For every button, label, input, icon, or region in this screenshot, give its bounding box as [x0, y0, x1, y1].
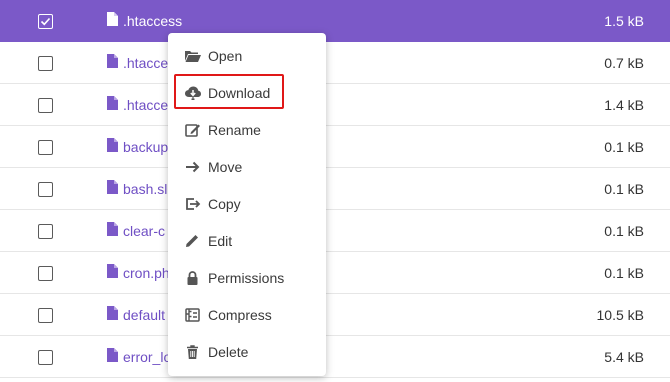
- file-size: 0.1 kB: [604, 265, 644, 281]
- table-row[interactable]: bash.sl 0.1 kB: [0, 168, 670, 210]
- menu-item-label: Permissions: [208, 270, 285, 286]
- file-icon: [107, 54, 118, 68]
- file-size: 0.1 kB: [604, 181, 644, 197]
- row-checkbox[interactable]: [38, 350, 53, 365]
- file-icon: [107, 348, 118, 362]
- menu-item-label: Move: [208, 159, 243, 175]
- file-name[interactable]: error_lo: [123, 349, 171, 365]
- file-icon: [107, 306, 118, 320]
- menu-item-label: Edit: [208, 233, 233, 249]
- row-checkbox[interactable]: [38, 224, 53, 239]
- row-checkbox[interactable]: [38, 98, 53, 113]
- folder-open-icon: [185, 51, 201, 62]
- menu-item-label: Compress: [208, 307, 272, 323]
- table-row[interactable]: cron.ph 0.1 kB: [0, 252, 670, 294]
- file-name[interactable]: clear-c: [123, 223, 165, 239]
- menu-item-label: Delete: [208, 344, 249, 360]
- file-size: 10.5 kB: [596, 307, 644, 323]
- file-icon: [107, 180, 118, 194]
- file-size: 0.1 kB: [604, 139, 644, 155]
- context-menu: Open Download Rename Move Copy Edit Perm…: [168, 33, 326, 376]
- row-checkbox[interactable]: [38, 182, 53, 197]
- menu-item-copy[interactable]: Copy: [168, 185, 326, 222]
- menu-item-compress[interactable]: Compress: [168, 296, 326, 333]
- file-size: 5.4 kB: [604, 349, 644, 365]
- menu-item-permissions[interactable]: Permissions: [168, 259, 326, 296]
- file-icon: [107, 12, 118, 26]
- cloud-download-icon: [185, 86, 201, 100]
- menu-item-label: Open: [208, 48, 243, 64]
- table-row[interactable]: backup 0.1 kB: [0, 126, 670, 168]
- menu-item-edit[interactable]: Edit: [168, 222, 326, 259]
- table-row[interactable]: clear-c 0.1 kB: [0, 210, 670, 252]
- file-size: 1.5 kB: [604, 13, 644, 29]
- file-size: 0.1 kB: [604, 223, 644, 239]
- table-row[interactable]: .htaccess 1.5 kB: [0, 0, 670, 42]
- copy-icon: [186, 198, 201, 210]
- file-name[interactable]: bash.sl: [123, 181, 167, 197]
- file-icon: [107, 138, 118, 152]
- compress-icon: [185, 308, 200, 322]
- menu-item-move[interactable]: Move: [168, 148, 326, 185]
- menu-item-label: Download: [208, 85, 271, 101]
- lock-icon: [187, 271, 198, 285]
- table-row[interactable]: error_lo 5.4 kB: [0, 336, 670, 378]
- row-checkbox[interactable]: [38, 56, 53, 71]
- table-row[interactable]: .htacce 0.7 kB: [0, 42, 670, 84]
- table-row[interactable]: default 10.5 kB: [0, 294, 670, 336]
- file-name[interactable]: backup: [123, 139, 168, 155]
- file-name[interactable]: .htacce: [123, 55, 168, 71]
- file-name[interactable]: .htaccess: [123, 13, 182, 29]
- file-name[interactable]: cron.ph: [123, 265, 170, 281]
- row-checkbox[interactable]: [38, 14, 53, 29]
- file-name[interactable]: default: [123, 307, 165, 323]
- rename-icon: [185, 124, 200, 137]
- trash-icon: [187, 345, 198, 359]
- menu-item-rename[interactable]: Rename: [168, 111, 326, 148]
- menu-item-label: Copy: [208, 196, 241, 212]
- file-size: 0.7 kB: [604, 55, 644, 71]
- table-row[interactable]: .htacce 1.4 kB: [0, 84, 670, 126]
- file-size: 1.4 kB: [604, 97, 644, 113]
- menu-item-download[interactable]: Download: [168, 74, 326, 111]
- menu-item-delete[interactable]: Delete: [168, 333, 326, 370]
- checkmark-icon: [40, 17, 51, 26]
- file-icon: [107, 264, 118, 278]
- file-name[interactable]: .htacce: [123, 97, 168, 113]
- row-checkbox[interactable]: [38, 266, 53, 281]
- row-checkbox[interactable]: [38, 308, 53, 323]
- file-icon: [107, 222, 118, 236]
- row-checkbox[interactable]: [38, 140, 53, 155]
- pencil-icon: [186, 235, 198, 247]
- menu-item-open[interactable]: Open: [168, 37, 326, 74]
- file-icon: [107, 96, 118, 110]
- arrow-right-icon: [186, 161, 200, 173]
- menu-item-label: Rename: [208, 122, 261, 138]
